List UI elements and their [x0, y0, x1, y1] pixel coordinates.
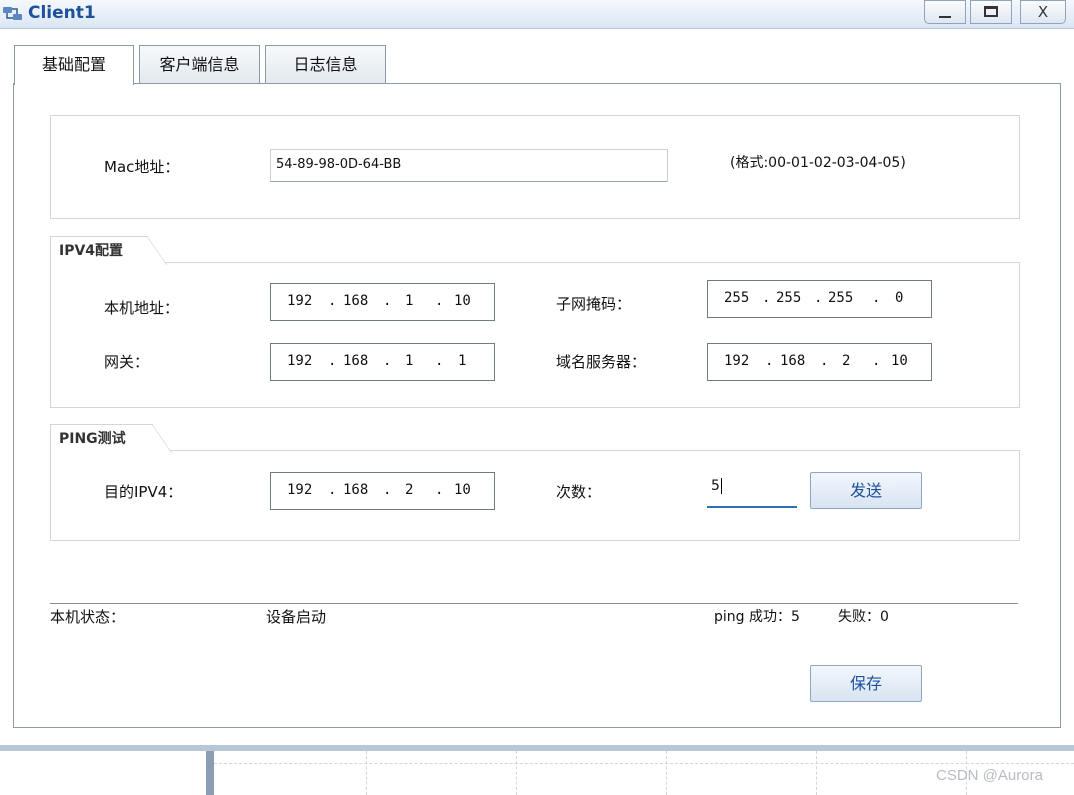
grid-line — [666, 751, 667, 795]
dns-label: 域名服务器： — [556, 353, 647, 371]
ip-octet: 168 — [343, 482, 369, 498]
ping-section-title: PING测试 — [50, 424, 172, 453]
client-app-icon — [3, 7, 22, 20]
ip-dot: . — [328, 293, 337, 309]
ipv4-section-title: IPV4配置 — [50, 236, 167, 265]
ip-dot: . — [383, 293, 392, 309]
grid-line — [214, 763, 1074, 764]
background-workspace — [0, 751, 1074, 795]
status-label: 本机状态： — [50, 608, 126, 626]
watermark: CSDN @Aurora — [936, 767, 1043, 784]
save-button[interactable]: 保存 — [810, 665, 922, 702]
ping-count-value: 5 — [711, 478, 720, 494]
minimize-button[interactable] — [924, 0, 966, 24]
gateway-input[interactable]: 192 . 168 . 1 . 1 — [270, 343, 495, 381]
ip-octet: 192 — [724, 353, 750, 369]
maximize-button[interactable] — [970, 0, 1012, 24]
mac-address-input[interactable]: 54-89-98-0D-64-BB — [270, 149, 668, 182]
ip-octet: 255 — [828, 290, 854, 306]
tab-basic-config[interactable]: 基础配置 — [14, 45, 134, 85]
ip-octet: 168 — [343, 293, 369, 309]
tab-log-info[interactable]: 日志信息 — [265, 45, 386, 83]
mac-format-hint: (格式:00-01-02-03-04-05) — [730, 155, 906, 171]
ip-octet: 2 — [842, 353, 851, 369]
gateway-label: 网关： — [104, 353, 150, 371]
dns-server-input[interactable]: 192 . 168 . 2 . 10 — [707, 343, 932, 381]
ip-octet: 10 — [891, 353, 908, 369]
ip-octet: 0 — [895, 290, 904, 306]
ip-dot: . — [762, 290, 771, 306]
ping-count-input[interactable]: 5 — [707, 471, 797, 508]
ip-octet: 255 — [724, 290, 750, 306]
ip-octet: 1 — [405, 353, 414, 369]
local-ip-label: 本机地址： — [104, 299, 180, 317]
ip-dot: . — [383, 353, 392, 369]
ip-dot: . — [872, 353, 881, 369]
local-ip-input[interactable]: 192 . 168 . 1 . 10 — [270, 283, 495, 321]
ip-octet: 255 — [776, 290, 802, 306]
subnet-mask-label: 子网掩码： — [556, 295, 632, 313]
ip-dot: . — [435, 293, 444, 309]
ip-octet: 192 — [287, 353, 313, 369]
ping-fail-count: 失败：0 — [838, 609, 889, 625]
ping-target-label: 目的IPV4： — [104, 483, 183, 501]
ip-octet: 10 — [454, 482, 471, 498]
ping-target-input[interactable]: 192 . 168 . 2 . 10 — [270, 472, 495, 510]
mac-label: Mac地址： — [104, 158, 180, 176]
ping-count-label: 次数： — [556, 483, 602, 501]
minimize-icon — [939, 16, 951, 18]
ping-success-count: ping 成功：5 — [714, 609, 800, 625]
grid-line — [516, 751, 517, 795]
ip-dot: . — [814, 290, 823, 306]
ip-dot: . — [765, 353, 774, 369]
ip-octet: 1 — [458, 353, 467, 369]
ip-octet: 1 — [405, 293, 414, 309]
maximize-icon — [984, 6, 998, 17]
ip-dot: . — [328, 353, 337, 369]
ip-dot: . — [383, 482, 392, 498]
ip-dot: . — [435, 353, 444, 369]
ip-dot: . — [820, 353, 829, 369]
ip-octet: 192 — [287, 293, 313, 309]
ip-octet: 168 — [343, 353, 369, 369]
ip-dot: . — [328, 482, 337, 498]
ip-octet: 10 — [454, 293, 471, 309]
status-divider — [50, 603, 1018, 604]
ip-dot: . — [435, 482, 444, 498]
close-button[interactable]: X — [1020, 0, 1066, 24]
ip-octet: 168 — [780, 353, 806, 369]
send-button[interactable]: 发送 — [810, 472, 922, 509]
window-title: Client1 — [28, 3, 96, 23]
title-bar: Client1 X — [0, 0, 1074, 29]
status-value: 设备启动 — [266, 608, 327, 626]
ip-octet: 2 — [405, 482, 414, 498]
grid-line — [816, 751, 817, 795]
ip-dot: . — [872, 290, 881, 306]
tab-client-info[interactable]: 客户端信息 — [139, 45, 260, 83]
grid-line — [366, 751, 367, 795]
ip-octet: 192 — [287, 482, 313, 498]
subnet-mask-input[interactable]: 255 . 255 . 255 . 0 — [707, 280, 932, 318]
text-caret — [720, 478, 722, 494]
workspace-divider — [206, 751, 214, 795]
